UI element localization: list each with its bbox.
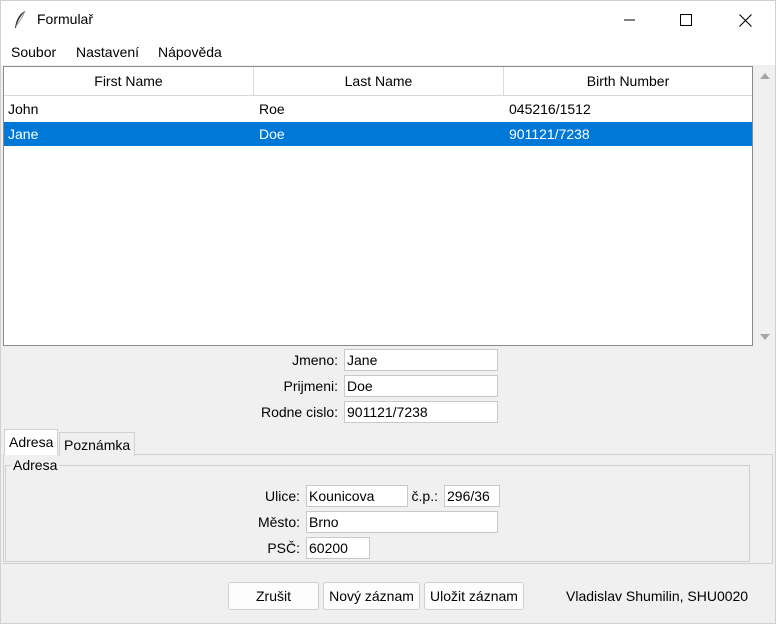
table-row[interactable]: John Roe 045216/1512 xyxy=(4,97,752,121)
mesto-field[interactable]: Brno xyxy=(306,511,498,533)
scroll-up-icon[interactable] xyxy=(760,73,770,79)
window-title: Formulař xyxy=(37,11,94,27)
psc-field[interactable]: 60200 xyxy=(306,537,370,559)
menu-bar: Soubor Nastavení Nápověda xyxy=(1,39,775,65)
cell-last-name: Roe xyxy=(259,101,285,117)
cp-label: č.p.: xyxy=(411,488,438,504)
table-scrollbar[interactable] xyxy=(755,66,775,346)
prijmeni-field[interactable]: Doe xyxy=(344,375,498,397)
prijmeni-label: Prijmeni: xyxy=(283,378,338,394)
menu-soubor[interactable]: Soubor xyxy=(11,44,56,60)
cell-birth-number: 901121/7238 xyxy=(509,126,590,142)
minimize-button[interactable] xyxy=(607,1,653,39)
maximize-icon xyxy=(680,14,692,26)
cp-field[interactable]: 296/36 xyxy=(444,485,500,507)
jmeno-field[interactable]: Jane xyxy=(344,349,498,371)
tab-adresa[interactable]: Adresa xyxy=(4,429,59,455)
records-table[interactable]: First Name Last Name Birth Number John R… xyxy=(3,66,753,346)
minimize-icon xyxy=(624,19,635,21)
menu-napoveda[interactable]: Nápověda xyxy=(158,44,222,60)
title-bar[interactable]: Formulař xyxy=(1,1,775,39)
close-icon xyxy=(738,13,752,27)
ulice-label: Ulice: xyxy=(264,488,300,504)
jmeno-label: Jmeno: xyxy=(292,352,338,368)
table-header: First Name Last Name Birth Number xyxy=(4,67,752,96)
cell-birth-number: 045216/1512 xyxy=(509,101,591,117)
cell-last-name: Doe xyxy=(259,126,285,142)
author-label: Vladislav Shumilin, SHU0020 xyxy=(566,588,749,604)
ulice-field[interactable]: Kounicova xyxy=(306,485,408,507)
address-group-title: Adresa xyxy=(11,457,60,473)
app-window: Formulař Soubor Nastavení Nápověda First… xyxy=(0,0,776,624)
scroll-down-icon[interactable] xyxy=(760,334,770,340)
menu-nastaveni[interactable]: Nastavení xyxy=(76,44,139,60)
table-row-selected[interactable]: Jane Doe 901121/7238 xyxy=(4,122,752,146)
mesto-label: Město: xyxy=(257,514,300,530)
save-record-button[interactable]: Uložit záznam xyxy=(424,582,524,610)
maximize-button[interactable] xyxy=(663,1,709,39)
column-header-last-name[interactable]: Last Name xyxy=(254,67,504,95)
cancel-button[interactable]: Zrušit xyxy=(228,582,319,610)
new-record-button[interactable]: Nový záznam xyxy=(323,582,420,610)
psc-label: PSČ: xyxy=(267,540,300,556)
close-button[interactable] xyxy=(722,1,768,39)
rodne-cislo-label: Rodne cislo: xyxy=(260,404,338,420)
cell-first-name: John xyxy=(8,101,39,117)
cell-first-name: Jane xyxy=(8,126,39,142)
column-header-first-name[interactable]: First Name xyxy=(4,67,254,95)
column-header-birth-number[interactable]: Birth Number xyxy=(504,67,752,95)
tab-poznamka[interactable]: Poznámka xyxy=(59,432,136,456)
rodne-cislo-field[interactable]: 901121/7238 xyxy=(344,401,498,423)
feather-icon xyxy=(13,10,27,30)
